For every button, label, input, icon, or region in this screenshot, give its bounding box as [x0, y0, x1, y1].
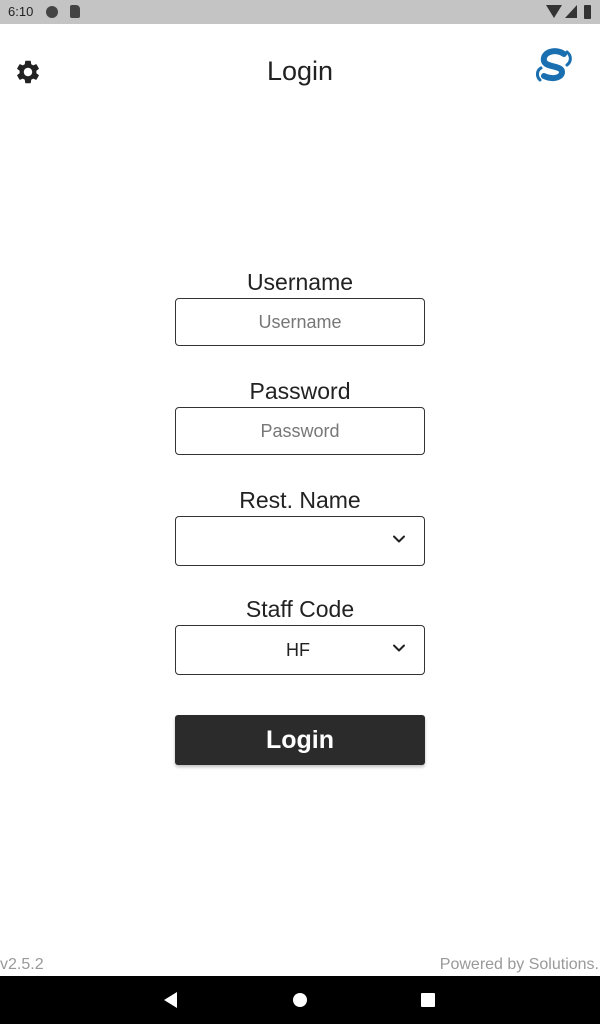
staff-code-label: Staff Code [245, 596, 355, 622]
signal-icon [565, 5, 577, 18]
back-icon[interactable] [164, 992, 177, 1008]
notification-app-icon [46, 6, 58, 18]
brand-logo-icon [534, 48, 574, 86]
password-label: Password [249, 378, 351, 404]
powered-by-label: Powered by Solutions. [439, 956, 599, 973]
rest-name-value [176, 517, 420, 565]
chevron-down-icon [393, 535, 405, 543]
page-title: Login [266, 56, 334, 86]
battery-icon [584, 5, 591, 19]
version-label: v2.5.2 [0, 956, 44, 973]
username-input[interactable] [175, 298, 425, 346]
username-label: Username [246, 269, 354, 295]
status-time: 6:10 [8, 4, 34, 19]
rest-name-label: Rest. Name [239, 487, 361, 513]
status-bar: 6:10 [0, 0, 600, 24]
staff-code-value: HF [286, 640, 310, 660]
home-icon[interactable] [293, 993, 307, 1007]
sd-card-icon [70, 5, 80, 18]
chevron-down-icon [393, 644, 405, 652]
password-input[interactable] [175, 407, 425, 455]
rest-name-select[interactable] [175, 516, 425, 566]
recents-icon[interactable] [421, 993, 435, 1007]
staff-code-select[interactable]: HF [175, 625, 425, 675]
login-button[interactable]: Login [175, 715, 425, 765]
system-nav-bar [0, 976, 600, 1024]
login-form: Username Password Rest. Name Staff Code … [175, 266, 425, 765]
wifi-icon [546, 5, 562, 18]
